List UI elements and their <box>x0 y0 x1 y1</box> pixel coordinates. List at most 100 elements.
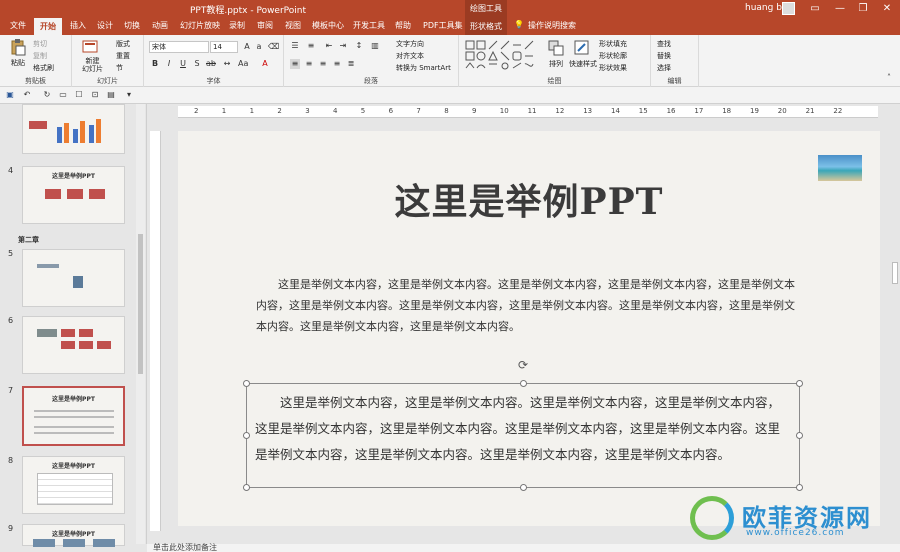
slide-thumb-5[interactable] <box>22 249 125 307</box>
shrink-font-icon[interactable]: a <box>254 42 264 52</box>
resize-handle[interactable] <box>796 380 803 387</box>
tab-developer[interactable]: 开发工具 <box>353 20 385 31</box>
slide-title[interactable]: 这里是举例PPT <box>178 173 880 225</box>
slide-canvas[interactable]: 这里是举例PPT 这里是举例文本内容，这里是举例文本内容。这里是举例文本内容，这… <box>178 131 880 526</box>
paste-button[interactable]: 粘贴 <box>11 58 25 68</box>
increase-indent-icon[interactable]: ⇥ <box>338 41 348 51</box>
shape-outline-button[interactable]: 形状轮廓 <box>599 51 627 61</box>
tab-slideshow[interactable]: 幻灯片放映 <box>180 20 220 31</box>
customize-qat-icon[interactable]: ▾ <box>124 90 134 100</box>
clear-format-icon[interactable]: ⌫ <box>268 42 279 52</box>
align-left-icon[interactable]: ≡ <box>290 59 300 69</box>
font-name-select[interactable]: 宋体 <box>149 41 209 53</box>
tab-shape-format[interactable]: 形状格式 <box>465 18 507 35</box>
bullets-icon[interactable]: ☰ <box>290 41 300 51</box>
resize-handle[interactable] <box>520 484 527 491</box>
resize-handle[interactable] <box>243 484 250 491</box>
tab-design[interactable]: 设计 <box>97 20 113 31</box>
line-spacing-icon[interactable]: ↕ <box>354 41 364 51</box>
tab-template-center[interactable]: 模板中心 <box>312 20 344 31</box>
shapes-gallery[interactable] <box>465 40 541 72</box>
distributed-icon[interactable]: ≣ <box>346 59 356 69</box>
resize-handle[interactable] <box>796 432 803 439</box>
notes-placeholder[interactable]: 单击此处添加备注 <box>153 542 217 552</box>
justify-icon[interactable]: ≡ <box>332 59 342 69</box>
decrease-indent-icon[interactable]: ⇤ <box>324 41 334 51</box>
tab-file[interactable]: 文件 <box>10 20 26 31</box>
section-button[interactable]: 节 <box>116 63 123 73</box>
tab-view[interactable]: 视图 <box>285 20 301 31</box>
undo-icon[interactable]: ↶ <box>22 90 32 100</box>
font-color-icon[interactable]: A <box>260 59 270 69</box>
change-case-icon[interactable]: Aa <box>238 59 248 69</box>
smartart-button[interactable]: 转换为 SmartArt <box>396 63 451 73</box>
avatar[interactable] <box>782 2 795 15</box>
maximize-button[interactable]: ❐ <box>853 1 873 17</box>
rotate-handle-icon[interactable]: ⟳ <box>518 359 530 371</box>
tab-help[interactable]: 帮助 <box>395 20 411 31</box>
align-center-icon[interactable]: ≡ <box>304 59 314 69</box>
slide-thumb-3[interactable] <box>22 104 125 154</box>
screenshot-icon[interactable]: ⊡ <box>90 90 100 100</box>
underline-icon[interactable]: U <box>178 59 188 69</box>
text-direction-button[interactable]: 文字方向 <box>396 39 424 49</box>
save-icon[interactable]: ▣ <box>5 90 15 100</box>
font-size-select[interactable]: 14 <box>210 41 238 53</box>
bold-icon[interactable]: B <box>150 59 160 69</box>
tab-insert[interactable]: 插入 <box>70 20 86 31</box>
collapse-ribbon-icon[interactable]: ˄ <box>884 73 894 83</box>
grow-font-icon[interactable]: A <box>242 42 252 52</box>
slides-panel-scrollbar[interactable] <box>136 104 145 544</box>
minimize-button[interactable]: — <box>830 1 850 17</box>
editor-scrollbar[interactable] <box>890 104 900 544</box>
slide-thumb-9[interactable]: 这里是举例PPT <box>22 524 125 547</box>
replace-button[interactable]: 替换 <box>657 51 671 61</box>
new-slide-button[interactable]: 新建 幻灯片 <box>82 57 103 73</box>
slides-panel-scroll-thumb[interactable] <box>138 234 143 374</box>
copy-button[interactable]: 复制 <box>33 51 47 61</box>
slide-thumb-6[interactable] <box>22 316 125 374</box>
arrange-icon[interactable] <box>547 39 565 57</box>
tab-transitions[interactable]: 切换 <box>124 20 140 31</box>
numbering-icon[interactable]: ≡ <box>306 41 316 51</box>
slide-thumb-4[interactable]: 这里是举例PPT <box>22 166 125 224</box>
tab-home[interactable]: 开始 <box>34 18 62 35</box>
tab-review[interactable]: 审阅 <box>257 20 273 31</box>
arrange-button[interactable]: 排列 <box>549 59 563 69</box>
strikethrough-icon[interactable]: ab <box>206 59 216 69</box>
slideshow-icon[interactable]: ▭ <box>58 90 68 100</box>
close-button[interactable]: ✕ <box>877 1 897 17</box>
print-preview-icon[interactable]: ▤ <box>106 90 116 100</box>
select-button[interactable]: 选择 <box>657 63 671 73</box>
body-text-1[interactable]: 这里是举例文本内容，这里是举例文本内容。这里是举例文本内容，这里是举例文本内容，… <box>256 274 800 337</box>
redo-icon[interactable]: ↻ <box>42 90 52 100</box>
slide-thumb-7[interactable]: 这里是举例PPT <box>22 386 125 446</box>
horizontal-ruler[interactable]: 2 1 1 2 3 4 5 6 7 8 9 10 11 12 13 14 15 16 17 18 19 20 21 22 <box>178 106 878 118</box>
cut-button[interactable]: 剪切 <box>33 39 47 49</box>
layout-button[interactable]: 版式 <box>116 39 130 49</box>
tell-me-search[interactable]: 操作说明搜索 <box>528 20 576 31</box>
body-text-2[interactable]: 这里是举例文本内容，这里是举例文本内容。这里是举例文本内容，这里是举例文本内容，… <box>255 390 791 468</box>
tab-record[interactable]: 录制 <box>229 20 245 31</box>
vertical-ruler[interactable] <box>150 131 161 531</box>
align-text-button[interactable]: 对齐文本 <box>396 51 424 61</box>
editor-scroll-thumb[interactable] <box>892 262 898 284</box>
section-label[interactable]: 第二章 <box>18 235 39 245</box>
align-right-icon[interactable]: ≡ <box>318 59 328 69</box>
touch-mode-icon[interactable]: ☐ <box>74 90 84 100</box>
shadow-icon[interactable]: S <box>192 59 202 69</box>
format-painter-button[interactable]: 格式刷 <box>33 63 54 73</box>
paste-icon[interactable] <box>9 38 27 56</box>
reset-button[interactable]: 重置 <box>116 51 130 61</box>
find-button[interactable]: 查找 <box>657 39 671 49</box>
italic-icon[interactable]: I <box>164 59 174 69</box>
new-slide-icon[interactable] <box>81 38 99 56</box>
char-spacing-icon[interactable]: ↔ <box>222 59 232 69</box>
quick-styles-icon[interactable] <box>573 39 591 57</box>
quick-styles-button[interactable]: 快速样式 <box>569 59 597 69</box>
slide-thumb-8[interactable]: 这里是举例PPT <box>22 456 125 514</box>
columns-icon[interactable]: ▥ <box>370 41 380 51</box>
resize-handle[interactable] <box>796 484 803 491</box>
ribbon-display-icon[interactable]: ▭ <box>805 1 825 17</box>
resize-handle[interactable] <box>520 380 527 387</box>
